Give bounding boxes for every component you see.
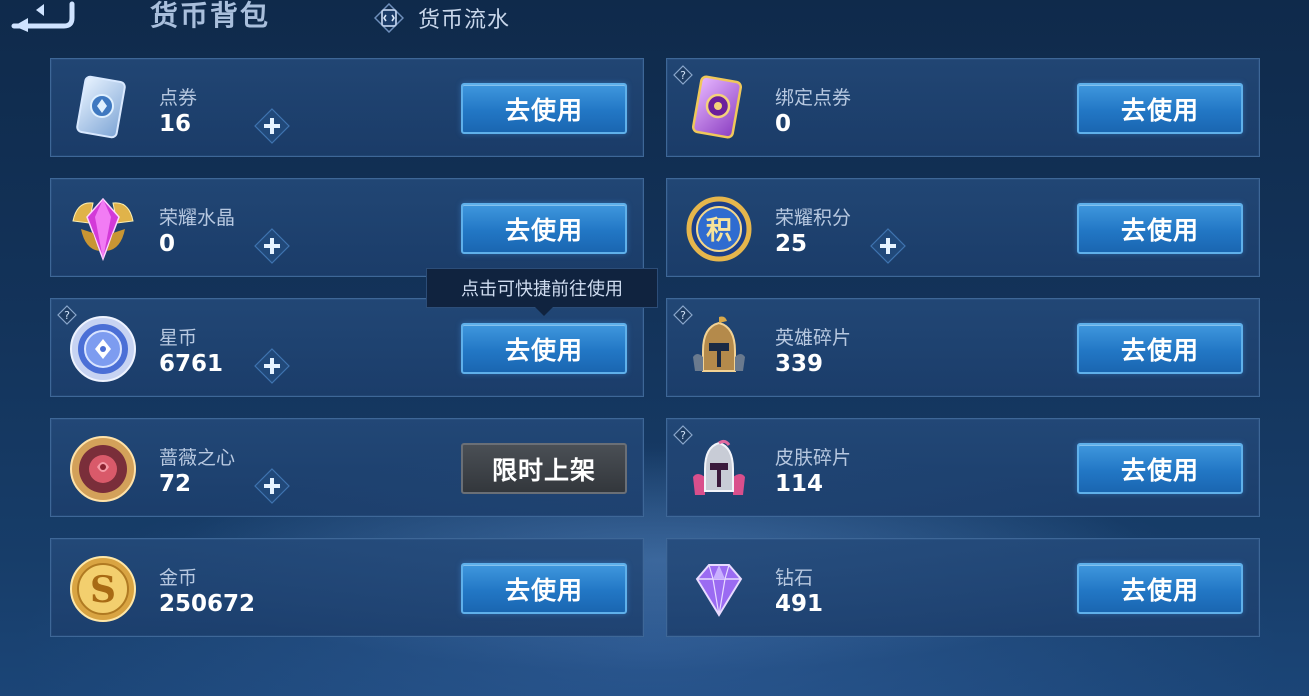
use-button[interactable]: 去使用 [1077,323,1243,374]
currency-card-points: 点券 16 去使用 [50,58,644,157]
currency-name: 皮肤碎片 [775,447,852,469]
diamond-icon [695,564,743,617]
add-plus-icon[interactable] [253,347,291,385]
currency-flow-label: 货币流水 [418,8,511,33]
currency-card-star-coin: ? 星币 6761 去使用 [50,298,644,397]
hero-shard-helmet-icon [693,316,745,372]
currency-name: 荣耀积分 [775,207,852,229]
currency-card-gold: S 金币 250672 去使用 [50,538,644,637]
currency-flow-icon [374,3,404,33]
currency-flow-link[interactable]: 货币流水 [374,2,510,34]
currency-name: 蔷薇之心 [159,447,236,469]
page-title: 货币背包 [150,0,271,32]
use-button[interactable]: 去使用 [1077,203,1243,254]
add-plus-icon[interactable] [253,467,291,505]
use-button[interactable]: 去使用 [1077,443,1243,494]
currency-name: 绑定点券 [775,87,852,109]
currency-count: 114 [775,471,824,497]
use-button[interactable]: 去使用 [461,323,627,374]
use-button[interactable]: 去使用 [1077,563,1243,614]
currency-count: 6761 [159,351,224,377]
currency-count: 25 [775,231,808,257]
crystal-icon [72,197,134,262]
currency-count: 339 [775,351,824,377]
header: 货币背包 货币流水 [0,0,1309,40]
skin-shard-helmet-icon [693,439,745,495]
add-plus-icon[interactable] [869,227,907,265]
currency-name: 金币 [159,567,198,589]
glory-score-glyph: 积 [706,216,732,246]
use-button[interactable]: 去使用 [461,203,627,254]
currency-card-hero-shard: ? 英雄碎片 339 去使用 [666,298,1260,397]
back-button[interactable] [6,0,76,32]
currency-count: 491 [775,591,824,617]
use-button[interactable]: 去使用 [461,83,627,134]
back-arrow-icon [11,1,75,32]
limited-time-button[interactable]: 限时上架 [461,443,627,494]
currency-count: 0 [159,231,176,257]
add-plus-icon[interactable] [253,107,291,145]
add-plus-icon[interactable] [253,227,291,265]
currency-name: 荣耀水晶 [159,207,236,229]
use-button[interactable]: 去使用 [461,563,627,614]
currency-count: 0 [775,111,792,137]
gold-coin-icon: S [70,556,136,622]
voucher-card-icon [76,75,126,139]
currency-name: 星币 [159,327,198,349]
currency-card-diamond: 钻石 491 去使用 [666,538,1260,637]
star-coin-icon [70,316,136,382]
currency-card-glory-score: 积 荣耀积分 25 去使用 [666,178,1260,277]
currency-card-bound-points: ? 绑定点券 0 去使用 [666,58,1260,157]
currency-count: 250672 [159,591,256,617]
rose-coin-icon [70,436,136,502]
bound-voucher-card-icon [691,75,743,139]
currency-count: 72 [159,471,192,497]
svg-text:S: S [90,569,116,611]
quick-use-tooltip: 点击可快捷前往使用 [426,268,658,316]
currency-card-glory-crystal: 荣耀水晶 0 去使用 [50,178,644,277]
use-button[interactable]: 去使用 [1077,83,1243,134]
currency-name: 英雄碎片 [775,327,852,349]
currency-name: 点券 [159,87,198,109]
currency-count: 16 [159,111,192,137]
currency-card-skin-shard: ? 皮肤碎片 114 去使用 [666,418,1260,517]
currency-card-rose-heart: 蔷薇之心 72 限时上架 [50,418,644,517]
glory-score-badge-icon: 积 [686,196,752,262]
currency-name: 钻石 [775,567,814,589]
